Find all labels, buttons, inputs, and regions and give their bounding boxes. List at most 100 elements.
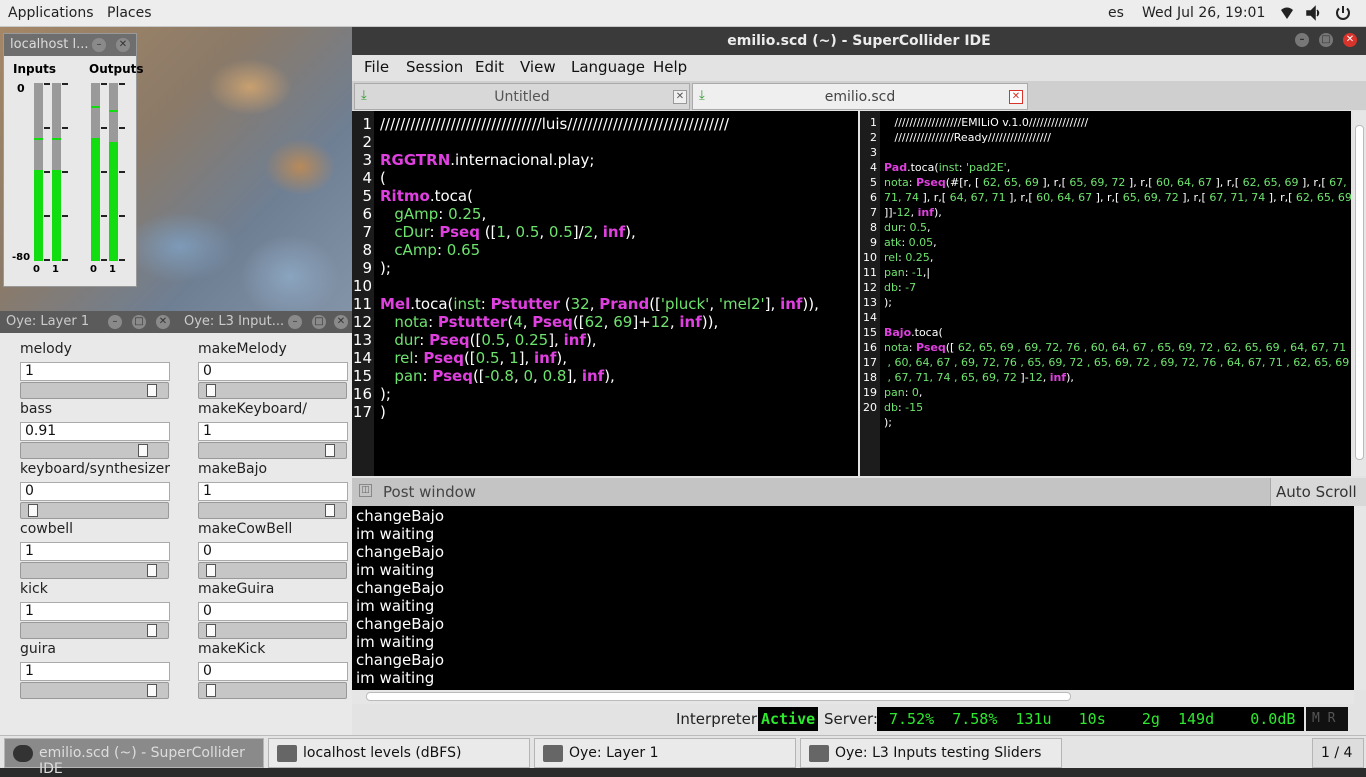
slider[interactable] xyxy=(20,502,169,519)
tab-untitled[interactable]: ⤓ Untitled ✕ xyxy=(354,83,690,110)
number-box[interactable]: 0 xyxy=(20,482,170,501)
oye-layer1-titlebar[interactable]: Oye: Layer 1 – □ ✕ xyxy=(0,311,178,333)
editor-scrollbar[interactable] xyxy=(1353,111,1366,476)
number-box[interactable]: 1 xyxy=(20,662,170,681)
level-meter-peak xyxy=(34,138,43,140)
maximize-icon[interactable]: □ xyxy=(132,315,146,329)
meter-tick xyxy=(62,171,68,173)
record-mute-indicators[interactable]: M R xyxy=(1306,707,1348,731)
slider-handle[interactable] xyxy=(206,564,216,577)
menu-session[interactable]: Session xyxy=(406,58,463,76)
number-box[interactable]: 0 xyxy=(198,662,348,681)
close-icon[interactable]: ✕ xyxy=(1343,33,1357,47)
close-icon[interactable]: ✕ xyxy=(116,38,130,52)
power-icon[interactable] xyxy=(1334,4,1352,22)
minimize-icon[interactable]: – xyxy=(1295,33,1309,47)
close-icon[interactable]: ✕ xyxy=(334,315,348,329)
slider-handle[interactable] xyxy=(138,444,148,457)
slider[interactable] xyxy=(20,682,169,699)
menu-view[interactable]: View xyxy=(520,58,556,76)
task-supercollider[interactable]: emilio.scd (~) - SuperCollider IDE xyxy=(4,738,264,777)
slider[interactable] xyxy=(198,502,347,519)
ide-titlebar[interactable]: emilio.scd (~) - SuperCollider IDE – □ ✕ xyxy=(352,27,1366,55)
task-oye-l3[interactable]: Oye: L3 Inputs testing Sliders xyxy=(800,738,1062,768)
maximize-icon[interactable]: □ xyxy=(312,315,326,329)
interpreter-status[interactable]: Active xyxy=(758,707,818,731)
number-box[interactable]: 0.91 xyxy=(20,422,170,441)
number-box[interactable]: 0 xyxy=(198,362,348,381)
close-tab-icon[interactable]: ✕ xyxy=(1009,90,1023,104)
slider[interactable] xyxy=(20,562,169,579)
oye-l3-titlebar[interactable]: Oye: L3 Input... – □ ✕ xyxy=(178,311,352,333)
post-horizontal-scrollbar[interactable] xyxy=(352,690,1354,704)
slider-handle[interactable] xyxy=(147,564,157,577)
post-scrollbar[interactable] xyxy=(1354,506,1366,690)
wifi-icon[interactable] xyxy=(1278,4,1296,22)
slider-handle[interactable] xyxy=(325,444,335,457)
number-box[interactable]: 0 xyxy=(198,542,348,561)
number-box[interactable]: 1 xyxy=(20,602,170,621)
slider[interactable] xyxy=(198,382,347,399)
tab-emilio[interactable]: ⤓ emilio.scd ✕ xyxy=(692,83,1028,110)
scrollbar-thumb[interactable] xyxy=(1355,125,1364,460)
slider[interactable] xyxy=(198,622,347,639)
slider[interactable] xyxy=(20,382,169,399)
server-status[interactable]: 7.52% 7.58% 131u 10s 2g 149d 0.0dB xyxy=(877,707,1304,731)
meter-tick xyxy=(62,127,68,129)
slider[interactable] xyxy=(198,562,347,579)
menu-language[interactable]: Language xyxy=(571,58,645,76)
maximize-icon[interactable]: □ xyxy=(1319,33,1333,47)
ide-status-bar: Interpreter: Active Server: 7.52% 7.58% … xyxy=(352,704,1366,735)
meter-tick xyxy=(119,83,125,85)
levels-titlebar[interactable]: localhost l... – ✕ xyxy=(4,34,136,56)
menu-file[interactable]: File xyxy=(364,58,389,76)
close-icon[interactable]: ✕ xyxy=(156,315,170,329)
task-levels[interactable]: localhost levels (dBFS) xyxy=(268,738,530,768)
auto-scroll-button[interactable]: Auto Scroll xyxy=(1270,478,1366,506)
code-text[interactable]: //////////////////EMILiO v.1.0//////////… xyxy=(884,111,1351,430)
keyboard-layout-indicator[interactable]: es xyxy=(1108,5,1124,21)
line-number: 9 xyxy=(362,259,372,277)
close-tab-icon[interactable]: ✕ xyxy=(673,90,687,104)
taskbar: emilio.scd (~) - SuperCollider IDE local… xyxy=(0,735,1366,777)
minimize-icon[interactable]: – xyxy=(92,38,106,52)
number-box[interactable]: 1 xyxy=(198,422,348,441)
number-box[interactable]: 0 xyxy=(198,602,348,621)
minimize-icon[interactable]: – xyxy=(288,315,302,329)
slider-handle[interactable] xyxy=(206,684,216,697)
code-editor-right[interactable]: 1 2 3 4 5 6 7 8 9 10 11 12 13 14 15 16 17 18 19 20 ////////… xyxy=(860,111,1351,476)
number-box[interactable]: 1 xyxy=(198,482,348,501)
number-box[interactable]: 1 xyxy=(20,362,170,381)
scrollbar-thumb[interactable] xyxy=(366,692,1071,701)
clock[interactable]: Wed Jul 26, 19:01 xyxy=(1142,5,1265,21)
number-box[interactable]: 1 xyxy=(20,542,170,561)
slider-handle[interactable] xyxy=(325,504,335,517)
slider-handle[interactable] xyxy=(206,384,216,397)
menu-help[interactable]: Help xyxy=(653,58,687,76)
task-oye-layer1[interactable]: Oye: Layer 1 xyxy=(534,738,796,768)
slider-handle[interactable] xyxy=(206,624,216,637)
menu-edit[interactable]: Edit xyxy=(475,58,504,76)
oye-layer1-title: Oye: Layer 1 xyxy=(6,314,90,329)
slider[interactable] xyxy=(198,682,347,699)
volume-icon[interactable] xyxy=(1305,4,1323,22)
code-text[interactable]: ////////////////////////////////luis////… xyxy=(380,111,819,421)
post-window-output[interactable]: changeBajo im waiting changeBajo im waiting… xyxy=(352,506,1354,690)
line-number: 1 xyxy=(870,116,877,129)
minimize-icon[interactable]: – xyxy=(108,315,122,329)
slider-handle[interactable] xyxy=(147,684,157,697)
applications-menu[interactable]: Applications xyxy=(8,5,94,21)
slider-handle[interactable] xyxy=(147,384,157,397)
slider[interactable] xyxy=(20,442,169,459)
slider-handle[interactable] xyxy=(28,504,38,517)
slider[interactable] xyxy=(20,622,169,639)
line-number: 13 xyxy=(352,331,372,349)
slider[interactable] xyxy=(198,442,347,459)
code-editor-left[interactable]: 1 2 3 4 5 6 7 8 9 10 11 12 13 14 15 16 17 //////////////… xyxy=(352,111,858,476)
post-window-header: ◫ Post window Auto Scroll xyxy=(352,478,1366,506)
places-menu[interactable]: Places xyxy=(107,5,152,21)
slider-handle[interactable] xyxy=(147,624,157,637)
workspace-switcher[interactable]: 1 / 4 xyxy=(1312,738,1364,768)
line-number: 7 xyxy=(870,206,877,219)
detach-icon[interactable]: ◫ xyxy=(359,484,372,497)
